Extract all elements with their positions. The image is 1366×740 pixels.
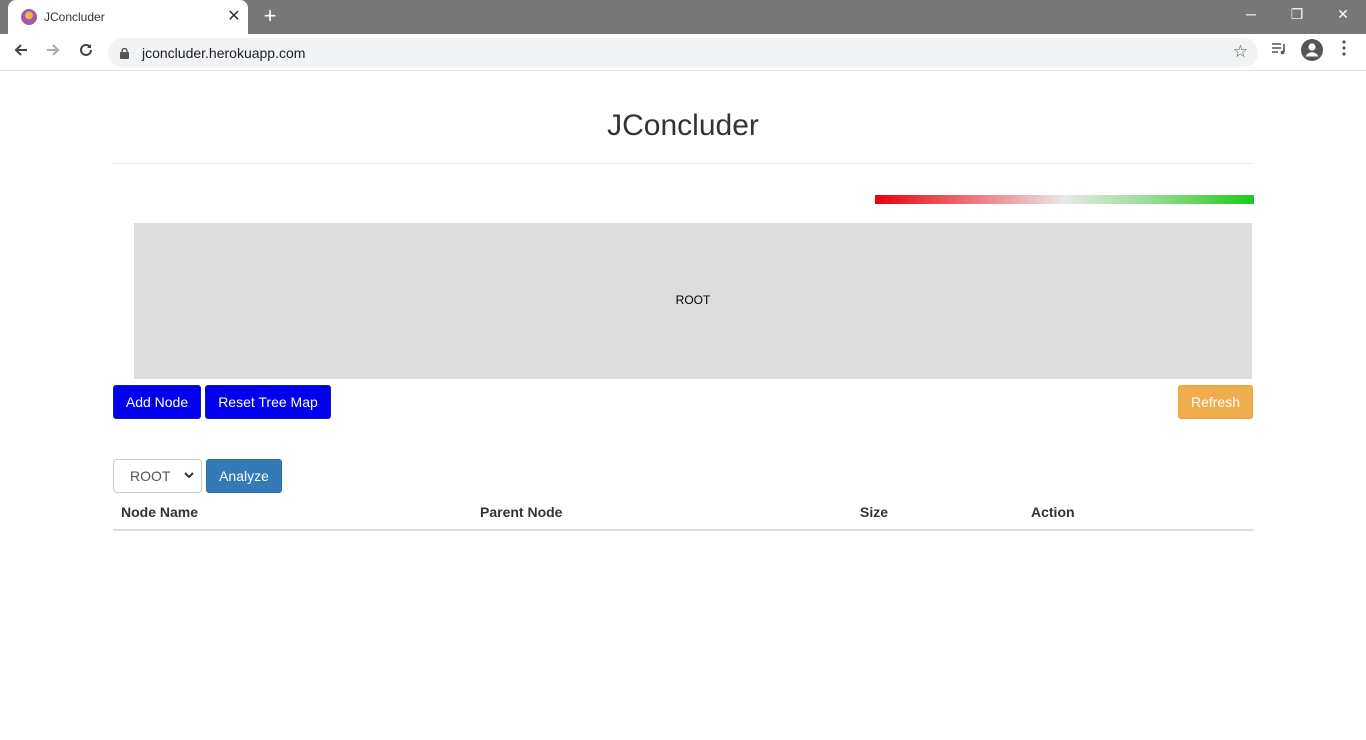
media-queue-icon[interactable]	[1266, 39, 1292, 65]
tab-close-icon[interactable]: ✕	[224, 7, 244, 27]
url-text: jconcluder.herokuapp.com	[142, 45, 306, 61]
page-title: JConcluder	[607, 109, 759, 142]
minimize-icon[interactable]: ─	[1228, 0, 1274, 30]
refresh-button[interactable]: Refresh	[1178, 385, 1253, 419]
browser-tab[interactable]: JConcluder ✕	[8, 0, 248, 34]
site-favicon-icon	[21, 9, 37, 25]
nodes-table-header: Node Name Parent Node Size Action	[113, 497, 1253, 531]
tree-map[interactable]: ROOT	[134, 223, 1252, 379]
tab-title: JConcluder	[44, 10, 105, 24]
node-select[interactable]: ROOT	[113, 459, 202, 493]
analyze-button[interactable]: Analyze	[206, 459, 282, 493]
header-divider	[113, 163, 1253, 164]
reset-tree-map-button[interactable]: Reset Tree Map	[205, 385, 331, 419]
column-header-parent-node: Parent Node	[480, 504, 563, 520]
browser-toolbar: jconcluder.herokuapp.com ☆	[0, 34, 1366, 71]
address-bar[interactable]: jconcluder.herokuapp.com ☆	[108, 38, 1258, 67]
new-tab-icon[interactable]: +	[258, 5, 282, 29]
window-close-icon[interactable]: ✕	[1320, 0, 1366, 30]
bookmark-star-icon[interactable]: ☆	[1233, 42, 1248, 62]
add-node-button[interactable]: Add Node	[113, 385, 201, 419]
profile-avatar-icon[interactable]	[1299, 39, 1325, 65]
browser-tab-bar: JConcluder ✕ + ─ ❐ ✕	[0, 0, 1366, 34]
column-header-action: Action	[1031, 504, 1075, 520]
back-icon[interactable]	[8, 39, 34, 65]
restore-icon[interactable]: ❐	[1274, 0, 1320, 30]
reload-icon[interactable]	[73, 39, 99, 65]
column-header-node-name: Node Name	[121, 504, 199, 520]
browser-menu-icon[interactable]	[1331, 39, 1357, 65]
node-select-value: ROOT	[130, 468, 171, 484]
color-scale-legend	[875, 195, 1254, 204]
chevron-down-icon	[183, 468, 195, 482]
page-content: JConcluder ROOT Add Node Reset Tree Map …	[0, 71, 1366, 740]
column-header-size: Size	[860, 504, 889, 520]
lock-icon	[120, 46, 129, 59]
tree-map-root-label: ROOT	[675, 293, 711, 307]
forward-icon[interactable]	[40, 39, 66, 65]
